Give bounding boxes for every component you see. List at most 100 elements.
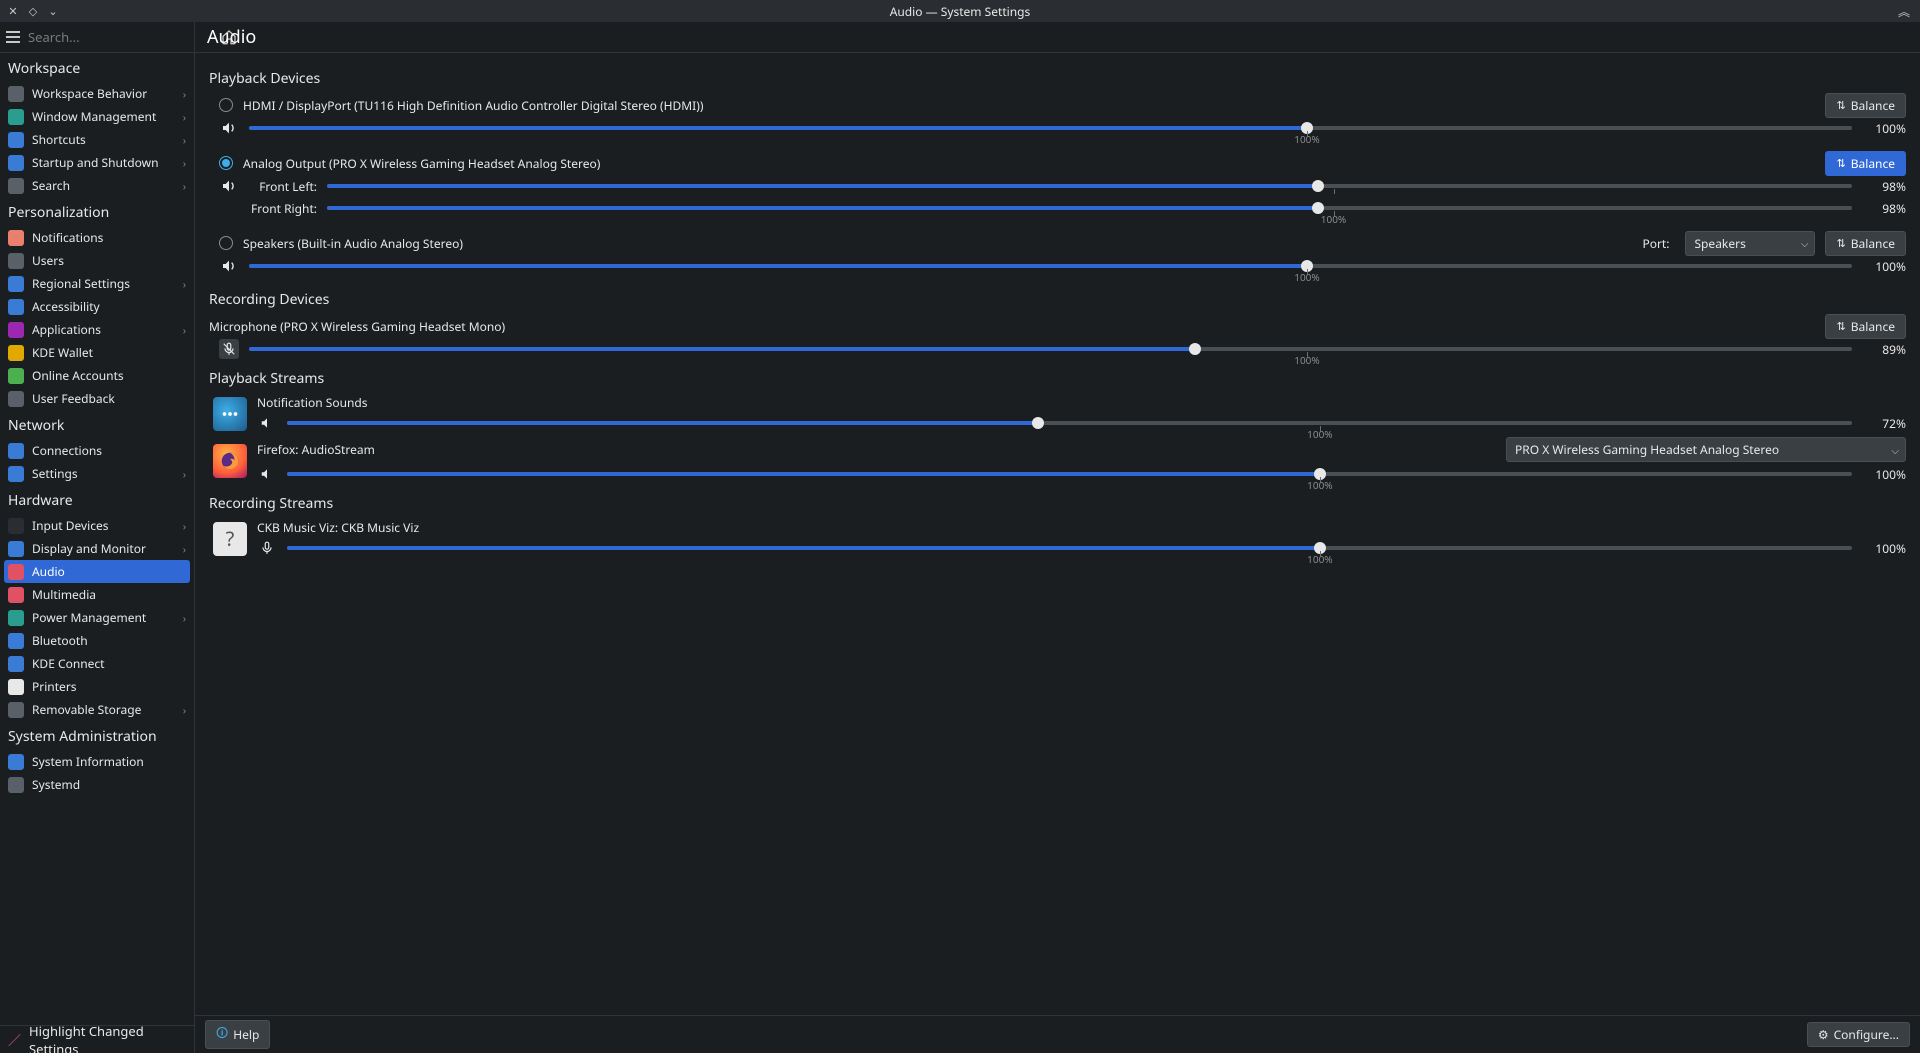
sidebar-item-icon: [8, 466, 24, 482]
sidebar-group-label: Workspace: [0, 53, 194, 82]
channel-fr-label: Front Right:: [249, 200, 317, 217]
configure-button[interactable]: ⚙ Configure...: [1807, 1022, 1910, 1047]
device-hdmi-header: HDMI / DisplayPort (TU116 High Definitio…: [219, 94, 1906, 116]
balance-button-mic[interactable]: ⇅Balance: [1825, 314, 1906, 339]
menu-icon[interactable]: [6, 27, 20, 47]
balance-button-speakers[interactable]: ⇅Balance: [1825, 231, 1906, 256]
sidebar-item-input-devices[interactable]: Input Devices›: [0, 514, 194, 537]
mute-button-ckb[interactable]: [257, 538, 277, 558]
sidebar-item-printers[interactable]: Printers: [0, 675, 194, 698]
balance-button-hdmi[interactable]: ⇅Balance: [1825, 93, 1906, 118]
slider-pct-mic: 89%: [1862, 341, 1906, 358]
sidebar-list[interactable]: WorkspaceWorkspace Behavior›Window Manag…: [0, 53, 194, 1025]
sidebar-item-system-information[interactable]: System Information: [0, 750, 194, 773]
sidebar-item-label: Regional Settings: [32, 275, 175, 292]
firefox-icon: [213, 444, 247, 478]
section-playback-streams: Playback Streams: [209, 369, 1906, 388]
port-select[interactable]: Speakers: [1685, 231, 1815, 256]
balance-icon: ⇅: [1836, 236, 1845, 251]
balance-icon: ⇅: [1836, 156, 1845, 171]
sidebar-item-label: Workspace Behavior: [32, 85, 175, 102]
sidebar-item-settings[interactable]: Settings›: [0, 462, 194, 485]
port-label: Port:: [1642, 235, 1669, 252]
slider-track[interactable]: 100%: [287, 541, 1852, 555]
chevron-right-icon: ›: [183, 110, 186, 124]
slider-track[interactable]: 100%: [287, 416, 1852, 430]
sidebar-item-label: Accessibility: [32, 298, 186, 315]
sidebar-item-icon: [8, 633, 24, 649]
sidebar-item-search[interactable]: Search›: [0, 174, 194, 197]
mute-button-firefox[interactable]: [257, 464, 277, 484]
mute-button-notif[interactable]: [257, 413, 277, 433]
slider-track[interactable]: 100%: [249, 121, 1852, 135]
slider-track[interactable]: 100%: [327, 201, 1852, 215]
sidebar-item-icon: [8, 587, 24, 603]
sidebar-item-users[interactable]: Users: [0, 249, 194, 272]
sidebar-item-applications[interactable]: Applications›: [0, 318, 194, 341]
sidebar-item-label: Audio: [32, 563, 186, 580]
sidebar-item-bluetooth[interactable]: Bluetooth: [0, 629, 194, 652]
radio-hdmi[interactable]: [219, 98, 233, 112]
sidebar-item-user-feedback[interactable]: User Feedback: [0, 387, 194, 410]
sidebar-item-icon: [8, 345, 24, 361]
sidebar-item-connections[interactable]: Connections: [0, 439, 194, 462]
help-button[interactable]: 🛈 Help: [205, 1020, 270, 1049]
section-recording-devices: Recording Devices: [209, 290, 1906, 309]
mute-button-speakers[interactable]: [219, 256, 239, 276]
sidebar-item-label: Input Devices: [32, 517, 175, 534]
radio-speakers[interactable]: [219, 236, 233, 250]
sidebar-item-startup-and-shutdown[interactable]: Startup and Shutdown›: [0, 151, 194, 174]
sidebar-item-kde-wallet[interactable]: KDE Wallet: [0, 341, 194, 364]
sidebar-item-regional-settings[interactable]: Regional Settings›: [0, 272, 194, 295]
stream-device-select[interactable]: PRO X Wireless Gaming Headset Analog Ste…: [1506, 437, 1906, 462]
sidebar-item-label: Startup and Shutdown: [32, 154, 175, 171]
chevron-right-icon: ›: [183, 611, 186, 625]
sidebar-item-icon: [8, 541, 24, 557]
sidebar-item-online-accounts[interactable]: Online Accounts: [0, 364, 194, 387]
slider-track[interactable]: [327, 179, 1852, 193]
sidebar-item-display-and-monitor[interactable]: Display and Monitor›: [0, 537, 194, 560]
mute-button-analog[interactable]: [219, 176, 239, 196]
chevron-right-icon: ›: [183, 87, 186, 101]
sidebar-item-notifications[interactable]: Notifications: [0, 226, 194, 249]
pin-icon[interactable]: ◇: [26, 4, 40, 18]
sidebar-item-shortcuts[interactable]: Shortcuts›: [0, 128, 194, 151]
sidebar-item-label: Settings: [32, 465, 175, 482]
chevron-down-icon[interactable]: ⌄: [46, 4, 60, 18]
sidebar-item-icon: [8, 299, 24, 315]
sidebar-item-label: Window Management: [32, 108, 175, 125]
sidebar-group-label: Hardware: [0, 485, 194, 514]
sidebar-item-multimedia[interactable]: Multimedia: [0, 583, 194, 606]
sidebar-item-systemd[interactable]: Systemd: [0, 773, 194, 796]
sidebar-item-workspace-behavior[interactable]: Workspace Behavior ›: [0, 82, 194, 105]
slider-speakers: 100% 100%: [219, 256, 1906, 276]
slider-track[interactable]: 100%: [287, 467, 1852, 481]
sidebar-item-accessibility[interactable]: Accessibility: [0, 295, 194, 318]
sidebar-item-label: Applications: [32, 321, 175, 338]
device-mic-header: Microphone (PRO X Wireless Gaming Headse…: [209, 315, 1906, 337]
mute-button-mic[interactable]: [219, 339, 239, 359]
radio-analog[interactable]: [219, 156, 233, 170]
slider-track[interactable]: 100%: [249, 259, 1852, 273]
slider-pct-firefox: 100%: [1862, 466, 1906, 483]
sidebar-item-removable-storage[interactable]: Removable Storage›: [0, 698, 194, 721]
sidebar-item-icon: [8, 777, 24, 793]
slider-hdmi: 100% 100%: [219, 118, 1906, 138]
search-input[interactable]: [28, 28, 213, 46]
slider-pct-notif: 72%: [1862, 415, 1906, 432]
slider-track[interactable]: 100%: [249, 342, 1852, 356]
sidebar-item-window-management[interactable]: Window Management ›: [0, 105, 194, 128]
sidebar-item-audio[interactable]: Audio: [4, 560, 190, 583]
close-icon[interactable]: ✕: [6, 4, 20, 18]
balance-button-analog[interactable]: ⇅Balance: [1825, 151, 1906, 176]
sidebar-item-icon: [8, 86, 24, 102]
mute-button-hdmi[interactable]: [219, 118, 239, 138]
sidebar-item-icon: [8, 391, 24, 407]
content-scroll[interactable]: Playback Devices HDMI / DisplayPort (TU1…: [195, 53, 1920, 1015]
sidebar-item-power-management[interactable]: Power Management›: [0, 606, 194, 629]
collapse-icon[interactable]: ︽: [1894, 3, 1914, 20]
sidebar-footer[interactable]: ／ Highlight Changed Settings: [0, 1025, 194, 1053]
stream-name: CKB Music Viz: CKB Music Viz: [257, 519, 1906, 536]
slider-analog-fl: Front Left: 98%: [219, 176, 1906, 196]
sidebar-item-kde-connect[interactable]: KDE Connect: [0, 652, 194, 675]
